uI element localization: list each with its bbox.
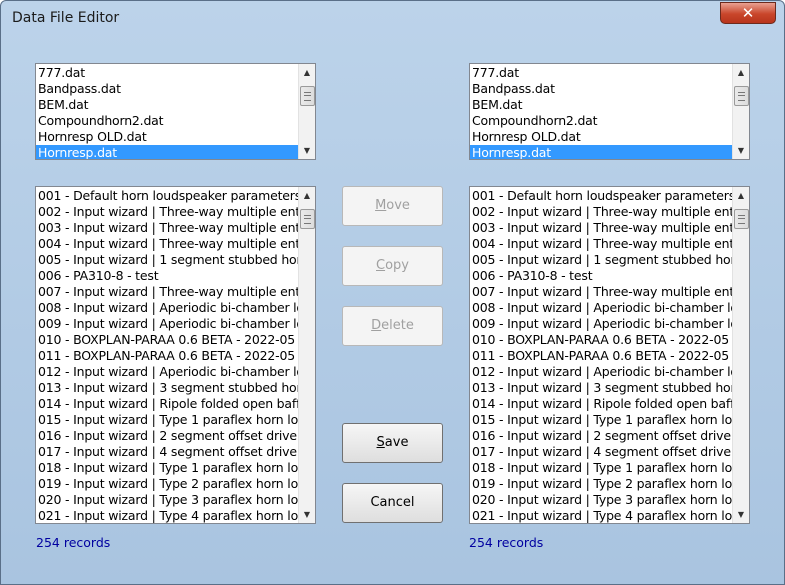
record-list-item[interactable]: 012 - Input wizard | Aperiodic bi-chambe…: [36, 364, 298, 380]
record-list-item[interactable]: 013 - Input wizard | 3 segment stubbed h…: [36, 380, 298, 396]
file-list-item[interactable]: Compoundhorn2.dat: [470, 113, 732, 129]
title-bar[interactable]: Data File Editor ✕: [1, 1, 784, 37]
scroll-down-icon[interactable]: ▼: [299, 506, 315, 523]
move-button[interactable]: Move: [342, 186, 443, 226]
right-file-list[interactable]: 777.dat Bandpass.dat BEM.dat Compoundhorn2.…: [469, 63, 750, 160]
file-list-item[interactable]: Hornresp.dat: [470, 145, 732, 159]
delete-button[interactable]: Delete: [342, 306, 443, 346]
record-list-item[interactable]: 020 - Input wizard | Type 3 paraflex hor…: [470, 492, 732, 508]
left-record-scrollbar[interactable]: ▲ ▼: [298, 187, 315, 523]
scroll-thumb[interactable]: [734, 86, 749, 106]
right-record-count: 254 records: [469, 535, 544, 550]
window-title: Data File Editor: [12, 10, 120, 26]
file-list-item[interactable]: BEM.dat: [470, 97, 732, 113]
cancel-button[interactable]: Cancel: [342, 483, 443, 523]
file-list-item[interactable]: 777.dat: [36, 65, 298, 81]
record-list-item[interactable]: 005 - Input wizard | 1 segment stubbed h…: [36, 252, 298, 268]
record-list-item[interactable]: 008 - Input wizard | Aperiodic bi-chambe…: [36, 300, 298, 316]
left-file-list[interactable]: 777.dat Bandpass.dat BEM.dat Compoundhorn2.…: [35, 63, 316, 160]
record-list-item[interactable]: 016 - Input wizard | 2 segment offset dr…: [36, 428, 298, 444]
save-button[interactable]: Save: [342, 423, 443, 463]
record-list-item[interactable]: 019 - Input wizard | Type 2 paraflex hor…: [470, 476, 732, 492]
record-list-item[interactable]: 002 - Input wizard | Three-way multiple …: [470, 204, 732, 220]
file-list-item[interactable]: Hornresp OLD.dat: [470, 129, 732, 145]
record-list-item[interactable]: 003 - Input wizard | Three-way multiple …: [470, 220, 732, 236]
file-list-item[interactable]: Hornresp OLD.dat: [36, 129, 298, 145]
record-list-item[interactable]: 009 - Input wizard | Aperiodic bi-chambe…: [36, 316, 298, 332]
record-list-item[interactable]: 001 - Default horn loudspeaker parameter…: [36, 188, 298, 204]
move-button-label: Move: [375, 198, 410, 213]
left-file-items: 777.dat Bandpass.dat BEM.dat Compoundhorn2.…: [36, 65, 298, 159]
record-list-item[interactable]: 005 - Input wizard | 1 segment stubbed h…: [470, 252, 732, 268]
record-list-item[interactable]: 014 - Input wizard | Ripole folded open …: [36, 396, 298, 412]
right-record-list[interactable]: 001 - Default horn loudspeaker parameter…: [469, 186, 750, 524]
record-list-item[interactable]: 013 - Input wizard | 3 segment stubbed h…: [470, 380, 732, 396]
close-icon: ✕: [741, 4, 755, 22]
record-list-item[interactable]: 004 - Input wizard | Three-way multiple …: [470, 236, 732, 252]
record-list-item[interactable]: 007 - Input wizard | Three-way multiple …: [470, 284, 732, 300]
right-record-items: 001 - Default horn loudspeaker parameter…: [470, 188, 732, 523]
right-file-scrollbar[interactable]: ▲ ▼: [732, 64, 749, 159]
left-file-scrollbar[interactable]: ▲ ▼: [298, 64, 315, 159]
scroll-down-icon[interactable]: ▼: [733, 506, 749, 523]
record-list-item[interactable]: 020 - Input wizard | Type 3 paraflex hor…: [36, 492, 298, 508]
record-list-item[interactable]: 011 - BOXPLAN-PARAA 0.6 BETA - 2022-05: [36, 348, 298, 364]
record-list-item[interactable]: 001 - Default horn loudspeaker parameter…: [470, 188, 732, 204]
scroll-thumb[interactable]: [734, 209, 749, 229]
record-list-item[interactable]: 017 - Input wizard | 4 segment offset dr…: [36, 444, 298, 460]
save-button-label: Save: [376, 435, 409, 450]
scroll-down-icon[interactable]: ▼: [299, 142, 315, 159]
scroll-thumb[interactable]: [300, 209, 315, 229]
record-list-item[interactable]: 015 - Input wizard | Type 1 paraflex hor…: [36, 412, 298, 428]
scroll-up-icon[interactable]: ▲: [733, 187, 749, 204]
record-list-item[interactable]: 021 - Input wizard | Type 4 paraflex hor…: [36, 508, 298, 523]
right-file-items: 777.dat Bandpass.dat BEM.dat Compoundhorn2.…: [470, 65, 732, 159]
record-list-item[interactable]: 006 - PA310-8 - test: [470, 268, 732, 284]
scroll-down-icon[interactable]: ▼: [733, 142, 749, 159]
record-list-item[interactable]: 018 - Input wizard | Type 1 paraflex hor…: [36, 460, 298, 476]
delete-button-label: Delete: [371, 318, 414, 333]
left-record-items: 001 - Default horn loudspeaker parameter…: [36, 188, 298, 523]
file-list-item[interactable]: 777.dat: [470, 65, 732, 81]
record-list-item[interactable]: 009 - Input wizard | Aperiodic bi-chambe…: [470, 316, 732, 332]
record-list-item[interactable]: 007 - Input wizard | Three-way multiple …: [36, 284, 298, 300]
close-button[interactable]: ✕: [720, 2, 776, 24]
record-list-item[interactable]: 014 - Input wizard | Ripole folded open …: [470, 396, 732, 412]
record-list-item[interactable]: 006 - PA310-8 - test: [36, 268, 298, 284]
record-list-item[interactable]: 019 - Input wizard | Type 2 paraflex hor…: [36, 476, 298, 492]
scroll-up-icon[interactable]: ▲: [733, 64, 749, 81]
record-list-item[interactable]: 012 - Input wizard | Aperiodic bi-chambe…: [470, 364, 732, 380]
record-list-item[interactable]: 018 - Input wizard | Type 1 paraflex hor…: [470, 460, 732, 476]
record-list-item[interactable]: 004 - Input wizard | Three-way multiple …: [36, 236, 298, 252]
scroll-thumb[interactable]: [300, 86, 315, 106]
scroll-up-icon[interactable]: ▲: [299, 64, 315, 81]
record-list-item[interactable]: 010 - BOXPLAN-PARAA 0.6 BETA - 2022-05: [36, 332, 298, 348]
record-list-item[interactable]: 017 - Input wizard | 4 segment offset dr…: [470, 444, 732, 460]
record-list-item[interactable]: 015 - Input wizard | Type 1 paraflex hor…: [470, 412, 732, 428]
file-list-item[interactable]: Hornresp.dat: [36, 145, 298, 159]
record-list-item[interactable]: 010 - BOXPLAN-PARAA 0.6 BETA - 2022-05: [470, 332, 732, 348]
cancel-button-label: Cancel: [370, 495, 415, 510]
copy-button[interactable]: Copy: [342, 246, 443, 286]
left-record-count: 254 records: [36, 535, 111, 550]
right-record-scrollbar[interactable]: ▲ ▼: [732, 187, 749, 523]
record-list-item[interactable]: 008 - Input wizard | Aperiodic bi-chambe…: [470, 300, 732, 316]
file-list-item[interactable]: Bandpass.dat: [36, 81, 298, 97]
record-list-item[interactable]: 016 - Input wizard | 2 segment offset dr…: [470, 428, 732, 444]
left-record-list[interactable]: 001 - Default horn loudspeaker parameter…: [35, 186, 316, 524]
record-list-item[interactable]: 002 - Input wizard | Three-way multiple …: [36, 204, 298, 220]
record-list-item[interactable]: 021 - Input wizard | Type 4 paraflex hor…: [470, 508, 732, 523]
record-list-item[interactable]: 011 - BOXPLAN-PARAA 0.6 BETA - 2022-05: [470, 348, 732, 364]
copy-button-label: Copy: [376, 258, 409, 273]
record-list-item[interactable]: 003 - Input wizard | Three-way multiple …: [36, 220, 298, 236]
file-list-item[interactable]: Bandpass.dat: [470, 81, 732, 97]
scroll-up-icon[interactable]: ▲: [299, 187, 315, 204]
file-list-item[interactable]: Compoundhorn2.dat: [36, 113, 298, 129]
file-list-item[interactable]: BEM.dat: [36, 97, 298, 113]
